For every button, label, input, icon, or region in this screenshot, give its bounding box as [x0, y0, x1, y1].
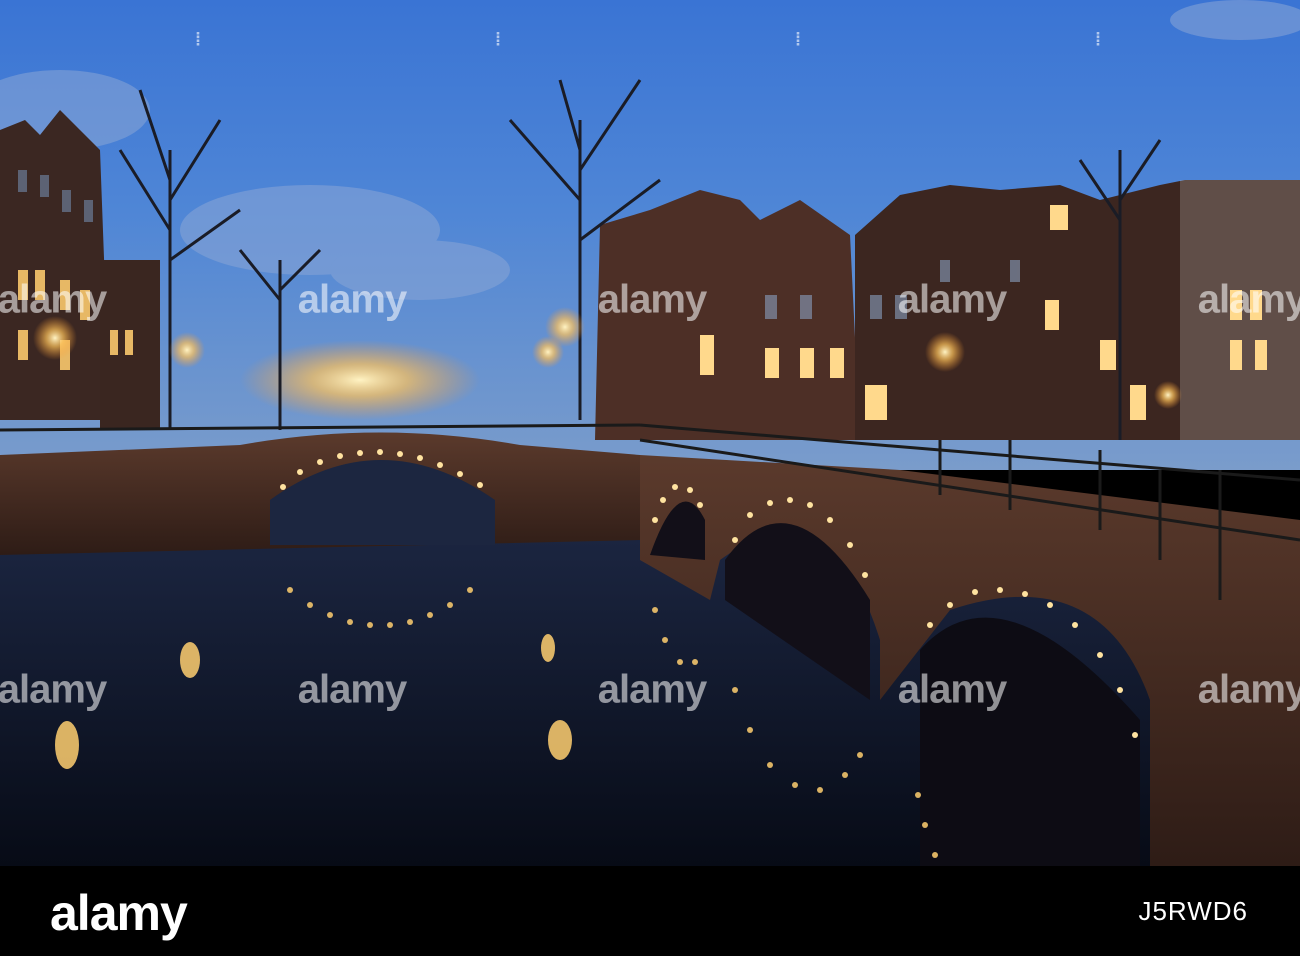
stock-photo-page: ⁞ ⁞ ⁞ ⁞ alamy alamy alamy alamy alamy al… — [0, 0, 1300, 956]
footer-bar: alamy J5RWD6 — [0, 866, 1300, 956]
stock-image-id: J5RWD6 — [1138, 896, 1248, 926]
right-buildings — [595, 180, 1300, 440]
alamy-logo: alamy — [50, 885, 188, 941]
distant-glow — [240, 340, 480, 420]
canal-bridge-photo — [0, 0, 1300, 866]
